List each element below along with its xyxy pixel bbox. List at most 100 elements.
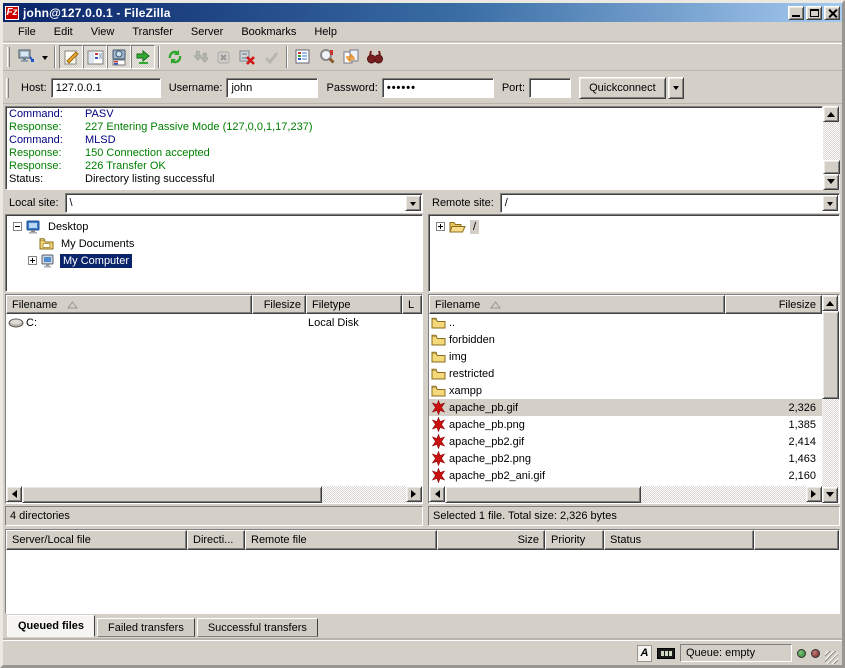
tree-item-root[interactable]: / — [432, 218, 839, 235]
arrow-up-icon — [826, 297, 834, 306]
file-row[interactable]: xampp — [429, 382, 822, 399]
site-manager-button[interactable] — [14, 45, 38, 69]
file-row[interactable]: apache_pb2.png1,463 — [429, 450, 822, 467]
toolbar-gripper[interactable] — [7, 47, 10, 67]
computer-icon — [41, 254, 56, 268]
scrollbar-thumb[interactable] — [22, 486, 322, 503]
scroll-left-button[interactable] — [429, 486, 445, 502]
host-input[interactable]: 127.0.0.1 — [51, 78, 161, 98]
scroll-right-button[interactable] — [406, 486, 422, 502]
tab-successful-transfers[interactable]: Successful transfers — [197, 618, 318, 637]
expand-expander[interactable] — [436, 222, 445, 231]
tab-failed-transfers[interactable]: Failed transfers — [97, 618, 195, 637]
scrollbar-thumb[interactable] — [823, 160, 840, 174]
menu-help[interactable]: Help — [305, 23, 346, 41]
cancel-button[interactable] — [211, 45, 235, 69]
file-row[interactable]: img — [429, 348, 822, 365]
column-header-filename[interactable]: Filename — [429, 295, 725, 314]
column-header-filename[interactable]: Filename — [6, 295, 252, 314]
site-manager-dropdown[interactable] — [38, 45, 51, 69]
quickconnect-gripper[interactable] — [6, 78, 9, 98]
transfer-type-indicator-icon[interactable]: A — [637, 645, 652, 662]
remote-site-combobox[interactable]: / — [500, 193, 840, 213]
local-site-combobox[interactable]: \ — [65, 193, 423, 213]
message-log-body: Command:PASV Response:227 Entering Passi… — [5, 106, 823, 190]
find-files-button[interactable] — [363, 45, 387, 69]
tab-queued-files[interactable]: Queued files — [7, 615, 95, 637]
directory-filters-button[interactable] — [291, 45, 315, 69]
column-header-lastmodified[interactable]: L — [402, 295, 422, 314]
port-input[interactable] — [529, 78, 571, 98]
file-row[interactable]: .. — [429, 314, 822, 331]
log-vertical-scrollbar[interactable] — [823, 106, 840, 190]
toggle-transfer-queue-button[interactable] — [131, 45, 155, 69]
scroll-up-button[interactable] — [822, 295, 838, 311]
scroll-left-button[interactable] — [6, 486, 22, 502]
cancel-icon — [215, 49, 232, 66]
file-row-selected[interactable]: apache_pb.gif2,326 — [429, 399, 822, 416]
tree-item-desktop[interactable]: Desktop — [9, 218, 422, 235]
column-header-filesize[interactable]: Filesize — [725, 295, 822, 314]
toggle-remote-tree-button[interactable] — [107, 45, 131, 69]
password-input[interactable]: •••••• — [382, 78, 494, 98]
tree-item-my-documents[interactable]: My Documents — [9, 235, 422, 252]
scroll-up-button[interactable] — [823, 106, 839, 122]
tree-item-my-computer[interactable]: My Computer — [9, 252, 422, 269]
scrollbar-thumb[interactable] — [445, 486, 641, 503]
file-row[interactable]: C: Local Disk — [6, 314, 422, 331]
expand-expander[interactable] — [28, 256, 37, 265]
column-header-size[interactable]: Size — [437, 530, 545, 550]
scroll-down-button[interactable] — [823, 174, 839, 190]
file-row[interactable]: apache_pb2_ani.gif2,160 — [429, 467, 822, 484]
remote-site-dropdown[interactable] — [822, 195, 838, 211]
remote-vertical-scrollbar[interactable] — [822, 295, 839, 503]
disconnect-button[interactable] — [235, 45, 259, 69]
menu-bookmarks[interactable]: Bookmarks — [232, 23, 305, 41]
column-header-server-local-file[interactable]: Server/Local file — [6, 530, 187, 550]
menu-server[interactable]: Server — [182, 23, 232, 41]
resize-grip[interactable] — [825, 651, 838, 664]
column-header-filesize[interactable]: Filesize — [252, 295, 306, 314]
binoculars-icon — [366, 48, 384, 66]
title-bar[interactable]: Fz john@127.0.0.1 - FileZilla — [3, 3, 842, 22]
local-site-dropdown[interactable] — [405, 195, 421, 211]
scroll-right-button[interactable] — [806, 486, 822, 502]
remote-horizontal-scrollbar[interactable] — [429, 486, 822, 503]
close-button[interactable] — [824, 6, 840, 20]
file-row[interactable]: restricted — [429, 365, 822, 382]
folder-icon — [431, 367, 449, 380]
file-row[interactable]: apache_pb2.gif2,414 — [429, 433, 822, 450]
menu-file[interactable]: File — [9, 23, 45, 41]
remote-list-body: .. forbidden img restricted — [429, 314, 822, 486]
quickconnect-button[interactable]: Quickconnect — [579, 77, 666, 99]
directory-comparison-button[interactable] — [315, 45, 339, 69]
scroll-down-button[interactable] — [822, 487, 838, 503]
synchronized-browsing-button[interactable] — [339, 45, 363, 69]
collapse-expander[interactable] — [13, 222, 22, 231]
local-horizontal-scrollbar[interactable] — [6, 486, 422, 503]
remote-site-label: Remote site: — [428, 197, 500, 209]
minimize-button[interactable] — [788, 6, 804, 20]
column-header-status[interactable]: Status — [604, 530, 754, 550]
image-file-icon — [431, 400, 449, 415]
column-header-remote-file[interactable]: Remote file — [245, 530, 437, 550]
menu-view[interactable]: View — [82, 23, 124, 41]
column-header-filetype[interactable]: Filetype — [306, 295, 402, 314]
menu-transfer[interactable]: Transfer — [123, 23, 182, 41]
menu-edit[interactable]: Edit — [45, 23, 82, 41]
scrollbar-thumb[interactable] — [822, 311, 839, 399]
indicator-badge-icon[interactable] — [657, 648, 675, 659]
column-header-priority[interactable]: Priority — [545, 530, 604, 550]
maximize-button[interactable] — [806, 6, 822, 20]
column-header-direction[interactable]: Directi... — [187, 530, 245, 550]
file-row[interactable]: apache_pb.png1,385 — [429, 416, 822, 433]
quickconnect-dropdown[interactable] — [668, 77, 684, 99]
arrow-left-icon — [431, 490, 440, 498]
username-input[interactable]: john — [226, 78, 318, 98]
process-queue-button[interactable] — [187, 45, 211, 69]
refresh-button[interactable] — [163, 45, 187, 69]
reconnect-button[interactable] — [259, 45, 283, 69]
file-row[interactable]: forbidden — [429, 331, 822, 348]
toggle-local-tree-button[interactable] — [83, 45, 107, 69]
toggle-message-log-button[interactable] — [59, 45, 83, 69]
